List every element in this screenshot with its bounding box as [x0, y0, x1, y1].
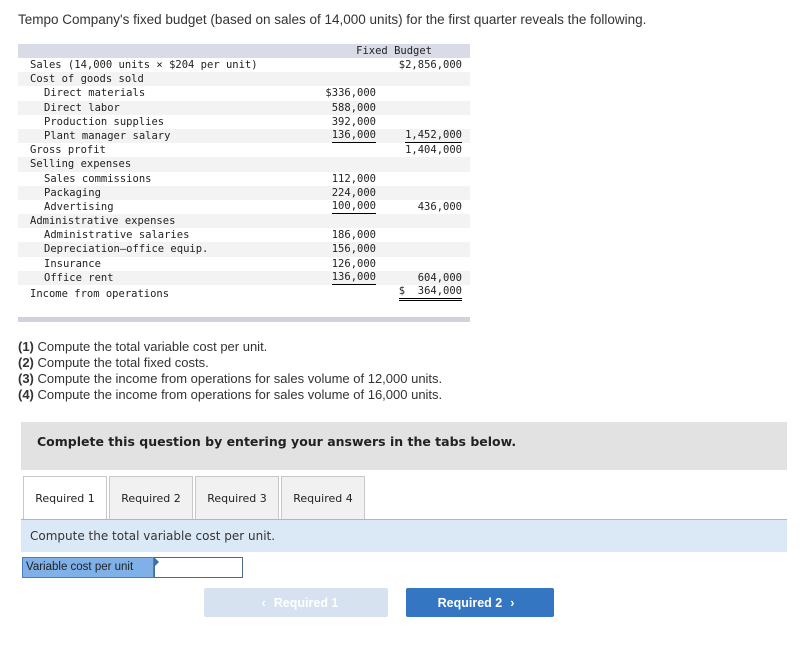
row-amount-detail: 392,000 — [331, 115, 376, 128]
row-amount-total: 436,000 — [417, 200, 462, 213]
row-label: Direct labor — [44, 101, 120, 114]
row-amount-detail: 224,000 — [331, 186, 376, 199]
row-amount-total: 604,000 — [417, 271, 462, 284]
table-row: Sales commissions 112,000 — [18, 172, 470, 186]
intro-text: Tempo Company's fixed budget (based on s… — [18, 12, 647, 27]
row-amount-detail: 588,000 — [331, 101, 376, 114]
row-label: Gross profit — [30, 144, 106, 157]
table-row: Depreciation—office equip. 156,000 — [18, 242, 470, 257]
table-footer-bar — [18, 317, 470, 322]
row-amount-detail: 156,000 — [331, 243, 376, 256]
row-label: Depreciation—office equip. — [44, 243, 209, 256]
row-amount-detail: 112,000 — [331, 172, 376, 185]
fixed-budget-table: Fixed Budget Sales (14,000 units × $204 … — [18, 44, 470, 322]
row-label: Plant manager salary — [44, 129, 171, 142]
chevron-left-icon: ‹ — [261, 595, 266, 610]
row-label: Direct materials — [44, 87, 146, 100]
input-marker-icon — [155, 558, 159, 566]
next-required-button[interactable]: Required 2 › — [406, 588, 554, 617]
table-row: Cost of goods sold — [18, 72, 470, 87]
tab-panel-instruction: Compute the total variable cost per unit… — [21, 519, 787, 552]
row-amount-detail: 136,000 — [331, 270, 376, 285]
table-row: Packaging 224,000 — [18, 185, 470, 200]
question-list: (1) Compute the total variable cost per … — [18, 339, 442, 403]
tab-required-4[interactable]: Required 4 — [281, 476, 365, 519]
column-header-fixed-budget: Fixed Budget — [356, 45, 432, 57]
table-row: Selling expenses — [18, 157, 470, 172]
row-amount-detail: 100,000 — [331, 199, 376, 214]
row-amount-total: $2,856,000 — [398, 59, 462, 71]
row-label: Administrative expenses — [30, 215, 176, 228]
question-item: (3) Compute the income from operations f… — [18, 371, 443, 386]
tab-required-2[interactable]: Required 2 — [109, 476, 193, 519]
table-row: Insurance 126,000 — [18, 257, 470, 271]
table-row: Gross profit 1,404,000 — [18, 143, 470, 157]
row-label: Insurance — [44, 257, 101, 270]
tab-required-1[interactable]: Required 1 — [23, 476, 107, 521]
table-row: Office rent 136,000 604,000 — [18, 270, 470, 285]
chevron-right-icon: › — [510, 595, 515, 610]
table-row: Direct labor 588,000 — [18, 100, 470, 115]
row-label: Selling expenses — [30, 158, 132, 171]
row-label: Sales commissions — [44, 172, 152, 185]
instruction-banner: Complete this question by entering your … — [21, 422, 787, 470]
row-amount-total: 1,404,000 — [405, 144, 462, 157]
row-label: Sales (14,000 units × $204 per unit) — [30, 59, 258, 71]
row-label: Production supplies — [44, 115, 165, 128]
row-amount-total: $ 364,000 — [398, 285, 462, 301]
table-header: Fixed Budget — [18, 44, 470, 58]
table-row: Administrative salaries 186,000 — [18, 228, 470, 242]
row-label: Administrative salaries — [44, 229, 190, 242]
variable-cost-input[interactable] — [154, 557, 243, 578]
prev-required-button[interactable]: ‹ Required 1 — [204, 588, 388, 617]
question-item: (4) Compute the income from operations f… — [18, 387, 443, 402]
table-row: Plant manager salary 136,000 1,452,000 — [18, 128, 470, 144]
row-label: Packaging — [44, 186, 101, 199]
question-item: (2) Compute the total fixed costs. — [18, 355, 209, 370]
variable-cost-label: Variable cost per unit — [22, 557, 154, 578]
table-row: Production supplies 392,000 — [18, 115, 470, 129]
row-label: Cost of goods sold — [30, 73, 144, 86]
table-row: Administrative expenses — [18, 214, 470, 229]
row-amount-total: 1,452,000 — [405, 128, 462, 143]
table-row: Direct materials $336,000 — [18, 86, 470, 100]
row-amount-detail: 186,000 — [331, 229, 376, 242]
table-row: Advertising 100,000 436,000 — [18, 200, 470, 214]
row-amount-detail: $336,000 — [325, 87, 376, 100]
row-label: Office rent — [44, 271, 114, 284]
tab-required-3[interactable]: Required 3 — [195, 476, 279, 519]
row-label: Advertising — [44, 200, 114, 213]
table-row: Income from operations $ 364,000 — [18, 285, 470, 303]
question-item: (1) Compute the total variable cost per … — [18, 339, 268, 354]
row-amount-detail: 126,000 — [331, 257, 376, 270]
table-row: Sales (14,000 units × $204 per unit) $2,8… — [18, 58, 470, 72]
row-amount-detail: 136,000 — [331, 128, 376, 143]
row-label: Income from operations — [30, 288, 170, 300]
